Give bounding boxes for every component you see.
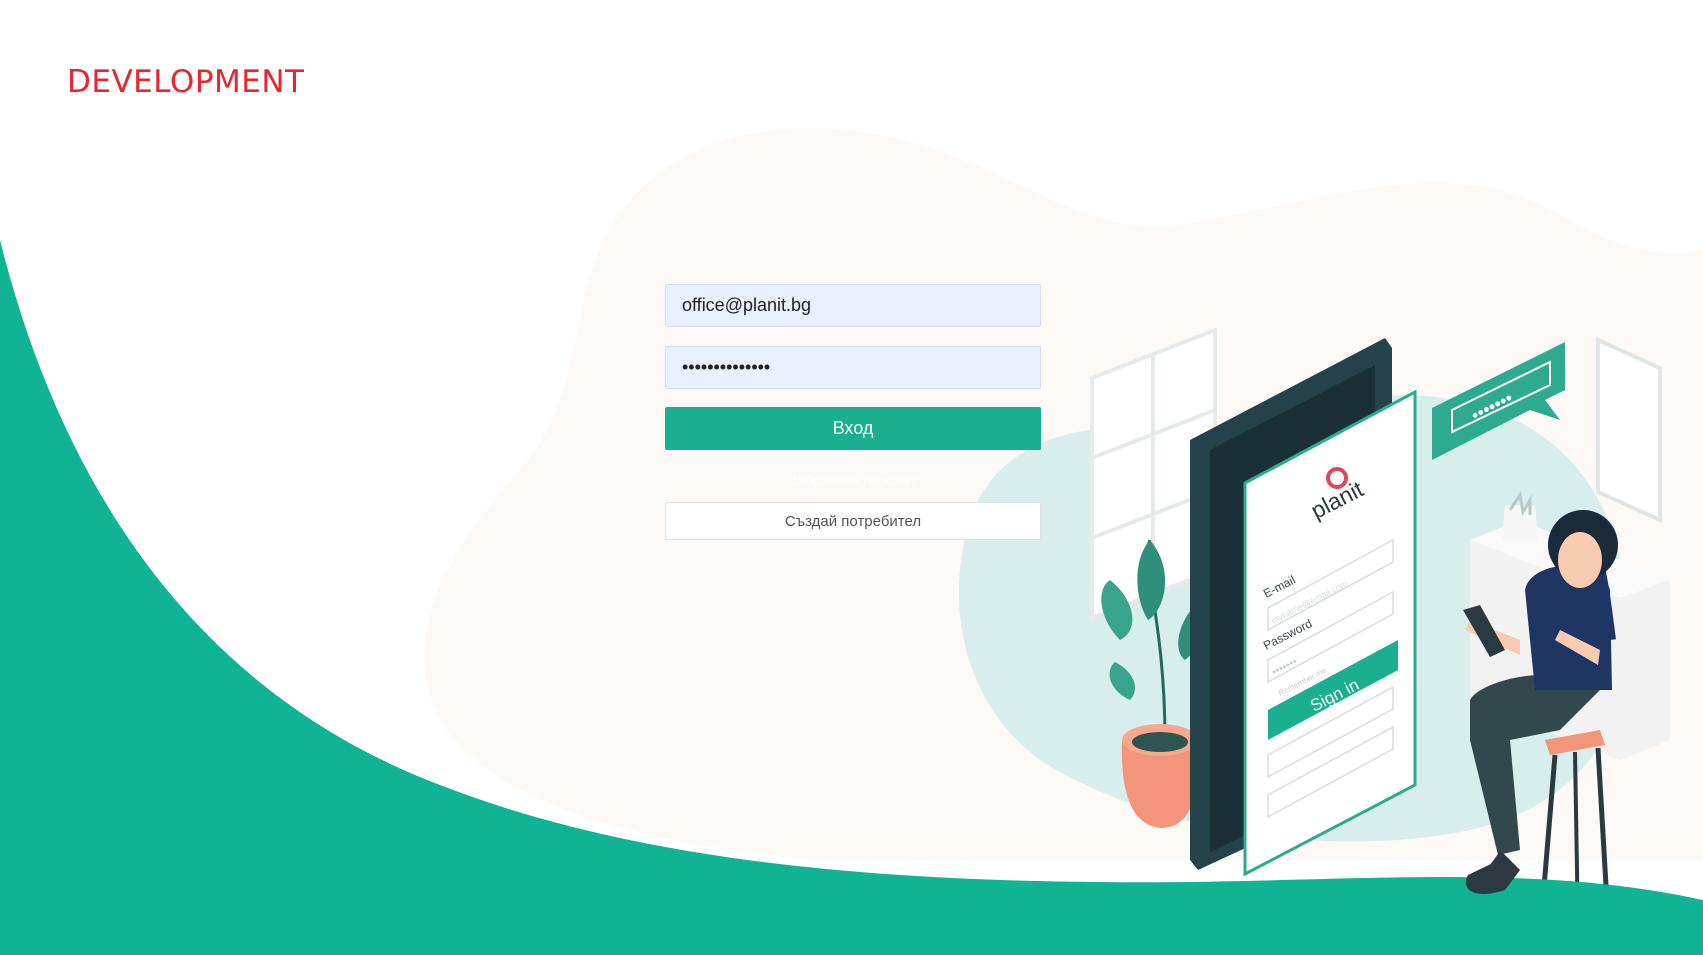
- login-form: Вход Забравена парола? Създай потребител: [665, 284, 1041, 540]
- login-button[interactable]: Вход: [665, 407, 1041, 450]
- email-input[interactable]: [665, 284, 1041, 327]
- password-input[interactable]: [665, 346, 1041, 389]
- forgot-password-link[interactable]: Забравена парола?: [665, 472, 1041, 490]
- environment-label: DEVELOPMENT: [67, 64, 305, 100]
- window-right: [1596, 336, 1662, 524]
- create-user-button[interactable]: Създай потребител: [665, 502, 1041, 540]
